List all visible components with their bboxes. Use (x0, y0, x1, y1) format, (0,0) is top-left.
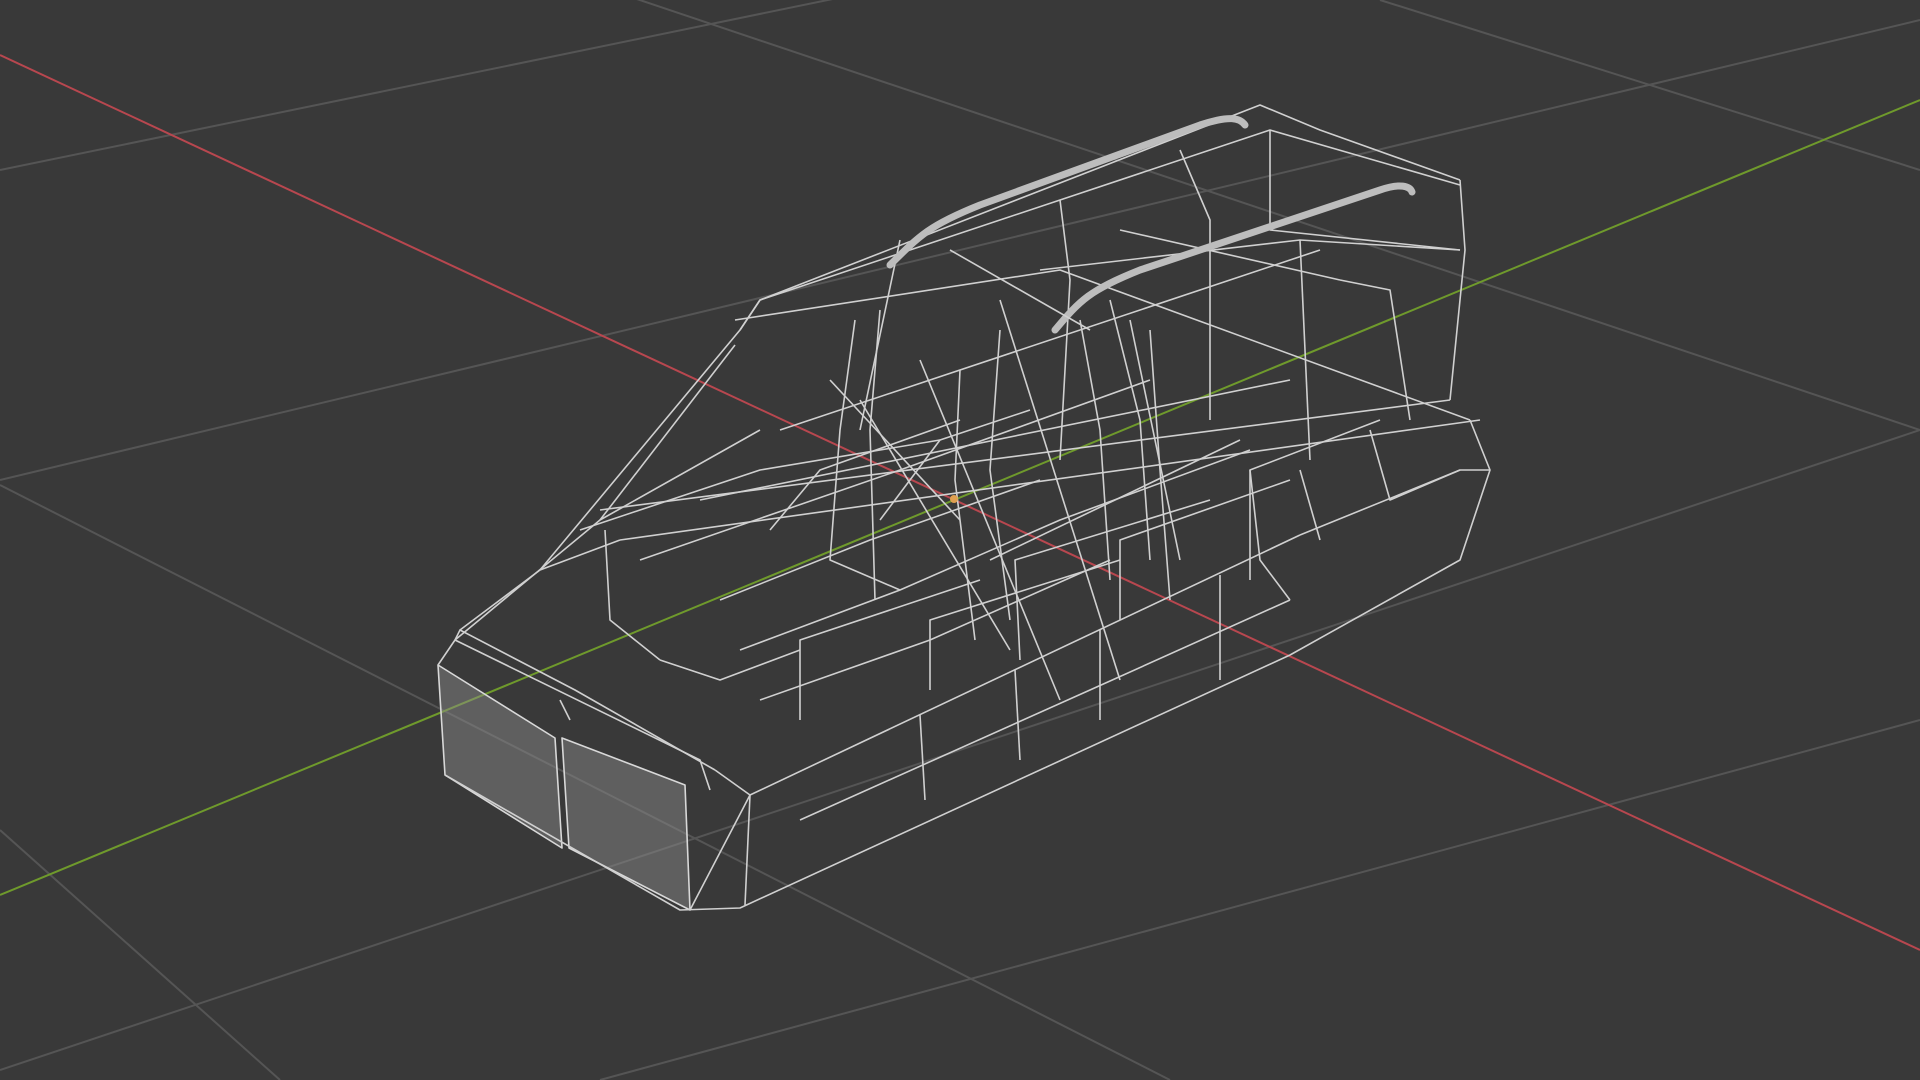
seat-back (869, 309, 881, 601)
seat-frame (1014, 499, 1211, 661)
seat-back (829, 319, 901, 591)
front-grille (437, 629, 716, 911)
x-axis-line (0, 54, 1920, 951)
skirt-midline (799, 599, 1291, 821)
interior-edge (779, 249, 1321, 431)
grid-line (1379, 0, 1920, 171)
grid-line (636, 0, 1920, 431)
roof-rail-left (886, 115, 1249, 269)
grille-divider (559, 699, 571, 721)
object-origin-dot (950, 495, 958, 503)
interior-edge (989, 439, 1241, 561)
3d-viewport[interactable] (0, 0, 1920, 1080)
interior-seats (699, 249, 1381, 720)
floor-grid (0, 0, 1920, 1080)
grid-line (0, 829, 281, 1080)
seat-base (739, 449, 1251, 651)
grid-line (0, 19, 1920, 481)
seat-frame (929, 559, 1121, 690)
windshield-edge (599, 344, 736, 521)
roof-rail-right (1051, 182, 1416, 334)
rear-skirt (1299, 469, 1490, 536)
skirt-corner (714, 769, 751, 796)
vehicle-wireframe-mesh[interactable] (437, 104, 1491, 911)
dash-line (579, 439, 941, 531)
rear-quarter (1369, 429, 1461, 501)
grid-line (599, 719, 1920, 1080)
y-axis-line (0, 99, 1920, 896)
b-pillar (1059, 199, 1071, 461)
roof-divider (1269, 130, 1461, 251)
grille-right (561, 737, 691, 911)
seat-base (759, 559, 1111, 701)
seat-back (1079, 319, 1111, 581)
rear-quarter (1299, 469, 1321, 541)
grid-line (0, 0, 833, 171)
grille-left (437, 664, 563, 849)
viewport-canvas[interactable] (0, 0, 1920, 1080)
skirt-top-edge (689, 534, 1301, 911)
seat-frame (1249, 419, 1381, 580)
seat-back (989, 329, 1011, 621)
roof-rails (886, 115, 1416, 334)
door-rear-edge (1249, 469, 1291, 601)
roof-left-edge (739, 104, 1461, 331)
skirt-vertical (744, 794, 751, 906)
rear-window (1339, 279, 1411, 421)
skirt-vertical (1014, 669, 1021, 761)
door-bottom (659, 649, 801, 681)
beltline-upper (599, 399, 1451, 511)
skirt-vertical (919, 714, 926, 801)
